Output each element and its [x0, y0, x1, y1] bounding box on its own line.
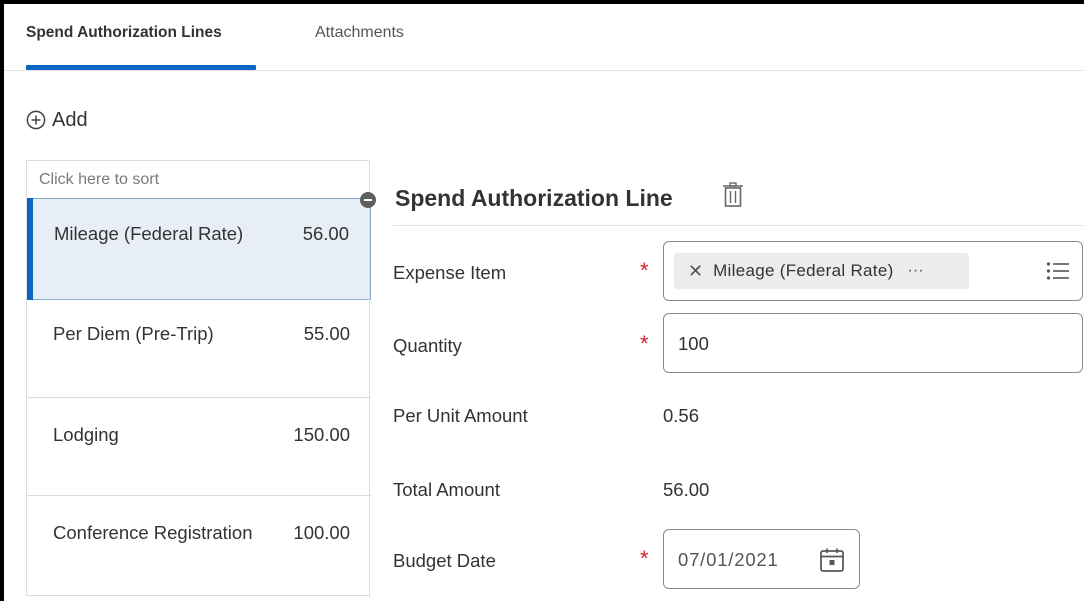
- list-item-conference[interactable]: Conference Registration 100.00: [27, 495, 371, 596]
- trash-icon[interactable]: [722, 182, 744, 208]
- line-list: Click here to sort Mileage (Federal Rate…: [26, 160, 371, 597]
- required-marker: *: [640, 546, 649, 571]
- list-item-name: Per Diem (Pre-Trip): [53, 323, 214, 344]
- list-item-amount: 55.00: [303, 323, 350, 344]
- window-border-left: [0, 0, 4, 601]
- expense-item-selection: ✕ Mileage (Federal Rate) ···: [674, 253, 969, 289]
- detail-title: Spend Authorization Line: [395, 185, 673, 211]
- quantity-input[interactable]: 100: [663, 313, 1083, 373]
- per-unit-amount-label: Per Unit Amount: [393, 405, 528, 426]
- list-item-amount: 56.00: [302, 223, 349, 244]
- expense-item-field[interactable]: ✕ Mileage (Federal Rate) ···: [663, 241, 1083, 301]
- total-amount-value: 56.00: [663, 479, 710, 500]
- list-icon[interactable]: [1046, 260, 1070, 282]
- list-item-name: Mileage (Federal Rate): [54, 223, 244, 244]
- budget-date-input[interactable]: 07/01/2021: [663, 529, 860, 589]
- required-marker: *: [640, 258, 649, 283]
- expense-item-value: Mileage (Federal Rate): [713, 261, 894, 280]
- list-item-amount: 100.00: [293, 522, 350, 543]
- quantity-label: Quantity: [393, 335, 462, 356]
- collapse-icon[interactable]: [359, 191, 377, 209]
- active-tab-indicator: [26, 65, 256, 70]
- add-button[interactable]: Add: [26, 108, 88, 132]
- required-marker: *: [640, 331, 649, 356]
- plus-circle-icon: [26, 110, 46, 130]
- quantity-value: 100: [678, 333, 709, 354]
- per-unit-amount-value: 0.56: [663, 405, 700, 426]
- list-item-amount: 150.00: [293, 424, 350, 445]
- add-label: Add: [52, 108, 88, 131]
- list-item-name: Conference Registration: [53, 522, 253, 543]
- budget-date-value: 07/01/2021: [678, 549, 779, 570]
- list-item-lodging[interactable]: Lodging 150.00: [27, 397, 371, 496]
- budget-date-label: Budget Date: [393, 550, 496, 571]
- calendar-icon[interactable]: [819, 547, 845, 573]
- list-item-name: Lodging: [53, 424, 119, 445]
- sort-button[interactable]: Click here to sort: [39, 171, 159, 189]
- expense-item-label: Expense Item: [393, 262, 507, 283]
- tab-bar: Spend Authorization Lines Attachments: [4, 4, 1084, 71]
- remove-x-icon[interactable]: ✕: [688, 261, 703, 282]
- list-item-mileage[interactable]: Mileage (Federal Rate) 56.00: [27, 198, 371, 300]
- tab-spend-authorization-lines[interactable]: Spend Authorization Lines: [26, 24, 222, 42]
- total-amount-label: Total Amount: [393, 479, 500, 500]
- title-divider: [393, 225, 1084, 226]
- tab-attachments[interactable]: Attachments: [315, 24, 404, 42]
- more-dots-icon[interactable]: ···: [908, 262, 924, 280]
- list-item-per-diem[interactable]: Per Diem (Pre-Trip) 55.00: [27, 299, 371, 398]
